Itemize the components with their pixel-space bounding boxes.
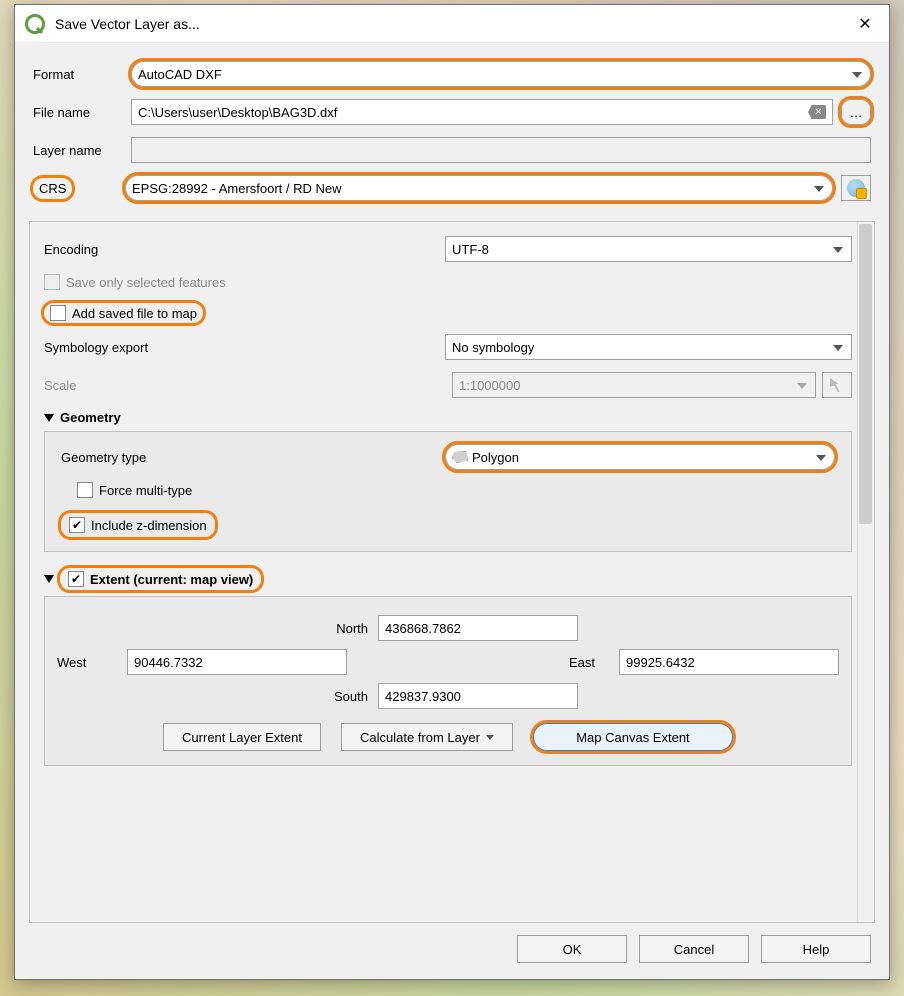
map-canvas-extent-button[interactable]: Map Canvas Extent [533, 723, 733, 751]
geometry-type-select[interactable]: Polygon [445, 444, 835, 470]
scale-label: Scale [44, 378, 444, 393]
west-label: West [57, 655, 117, 670]
window-title: Save Vector Layer as... [55, 16, 845, 32]
file-name-label: File name [33, 105, 123, 120]
dialog-buttons: OK Cancel Help [15, 923, 889, 979]
force-multi-checkbox[interactable]: Force multi-type [77, 482, 192, 498]
browse-button[interactable]: … [841, 99, 871, 125]
chevron-down-icon [833, 247, 843, 253]
crs-label: CRS [33, 178, 72, 199]
extent-group: North West East South Current Laye [44, 596, 852, 766]
scale-value: 1:1000000 [459, 378, 520, 393]
scrollbar[interactable] [857, 222, 874, 922]
crs-value: EPSG:28992 - Amersfoort / RD New [132, 181, 342, 196]
east-label: East [569, 655, 609, 670]
crs-picker-button[interactable] [841, 175, 871, 201]
checkbox-checked-icon[interactable]: ✔ [68, 571, 84, 587]
clear-icon[interactable]: ✕ [808, 105, 826, 119]
symbology-label: Symbology export [44, 340, 437, 355]
polygon-icon [452, 451, 468, 463]
north-label: North [318, 621, 368, 636]
south-label: South [318, 689, 368, 704]
qgis-icon [25, 14, 45, 34]
calculate-from-layer-button[interactable]: Calculate from Layer [341, 723, 513, 751]
ok-button[interactable]: OK [517, 935, 627, 963]
layer-name-input [131, 137, 871, 163]
include-z-label: Include z-dimension [91, 518, 207, 533]
force-multi-label: Force multi-type [99, 483, 192, 498]
encoding-label: Encoding [44, 242, 437, 257]
collapse-triangle-icon [44, 575, 54, 583]
collapse-triangle-icon [44, 414, 54, 422]
extent-title: Extent (current: map view) [90, 572, 253, 587]
include-z-checkbox[interactable]: ✔ Include z-dimension [61, 513, 215, 537]
south-input[interactable] [378, 683, 578, 709]
globe-icon [847, 179, 865, 197]
top-form: Format AutoCAD DXF File name C:\Users\us… [15, 43, 889, 217]
scale-input: 1:1000000 [452, 372, 816, 398]
geometry-group: Geometry type Polygon Force multi-type ✔… [44, 431, 852, 552]
layer-name-label: Layer name [33, 143, 123, 158]
cancel-button[interactable]: Cancel [639, 935, 749, 963]
scale-pick-button [822, 372, 852, 398]
format-value: AutoCAD DXF [138, 67, 222, 82]
save-vector-dialog: Save Vector Layer as... ✕ Format AutoCAD… [14, 4, 890, 980]
west-input[interactable] [127, 649, 347, 675]
encoding-value: UTF-8 [452, 242, 489, 257]
pointer-icon [830, 378, 844, 392]
save-selected-checkbox: Save only selected features [44, 274, 226, 290]
save-selected-label: Save only selected features [66, 275, 226, 290]
east-input[interactable] [619, 649, 839, 675]
file-name-input[interactable]: C:\Users\user\Desktop\BAG3D.dxf ✕ [131, 99, 833, 125]
help-button[interactable]: Help [761, 935, 871, 963]
format-select[interactable]: AutoCAD DXF [131, 61, 871, 87]
symbology-select[interactable]: No symbology [445, 334, 852, 360]
chevron-down-icon [797, 383, 807, 389]
geometry-type-label: Geometry type [61, 450, 437, 465]
titlebar: Save Vector Layer as... ✕ [15, 5, 889, 43]
crs-select[interactable]: EPSG:28992 - Amersfoort / RD New [125, 175, 833, 201]
add-to-map-checkbox[interactable]: Add saved file to map [44, 303, 203, 323]
geometry-header[interactable]: Geometry [44, 410, 852, 425]
close-icon[interactable]: ✕ [845, 5, 885, 43]
chevron-down-icon [816, 455, 826, 461]
chevron-down-icon [814, 186, 824, 192]
symbology-value: No symbology [452, 340, 534, 355]
encoding-select[interactable]: UTF-8 [445, 236, 852, 262]
geometry-type-value: Polygon [472, 450, 519, 465]
options-panel: Encoding UTF-8 Save only selected featur… [29, 221, 875, 923]
chevron-down-icon [833, 345, 843, 351]
checkbox-unchecked-icon [44, 274, 60, 290]
add-to-map-label: Add saved file to map [72, 306, 197, 321]
current-layer-extent-button[interactable]: Current Layer Extent [163, 723, 321, 751]
extent-header[interactable]: ✔ Extent (current: map view) [44, 568, 852, 590]
file-name-value: C:\Users\user\Desktop\BAG3D.dxf [138, 105, 337, 120]
checkbox-checked-icon: ✔ [69, 517, 85, 533]
checkbox-unchecked-icon [77, 482, 93, 498]
format-label: Format [33, 67, 123, 82]
north-input[interactable] [378, 615, 578, 641]
chevron-down-icon [486, 735, 494, 740]
ellipsis-icon: … [850, 105, 863, 120]
chevron-down-icon [852, 72, 862, 78]
checkbox-unchecked-icon [50, 305, 66, 321]
scrollbar-thumb[interactable] [859, 224, 872, 524]
geometry-title: Geometry [60, 410, 121, 425]
